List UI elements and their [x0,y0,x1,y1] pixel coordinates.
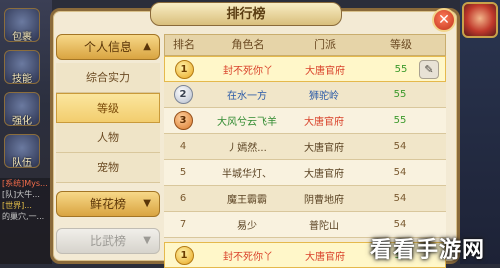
bag-label: 包裹 [12,32,32,43]
menu-item-level[interactable]: 等级 [56,93,160,123]
table-row[interactable]: 3 大风兮云飞羊 大唐官府 55 [164,108,446,134]
sect-cell: 大唐官府 [305,251,345,263]
table-row[interactable]: 6 魔王霸霸 阴曹地府 54 [164,186,446,212]
category-flower-label: 鲜花榜 [89,197,126,211]
chat-line: [世界]... [2,201,32,210]
team-label: 队伍 [12,158,32,169]
watermark-logo: 看看手游网 [370,238,486,263]
menu-item-character[interactable]: 人物 [56,123,160,153]
level-cell: 54 [393,219,407,230]
category-menu: 个人信息 ▲ 综合实力 等级 人物 宠物 鲜花榜 ▼ 比武榜 ▼ [56,34,160,257]
level-cell: 55 [393,89,407,100]
sect-cell: 大唐官府 [304,143,344,154]
chat-box[interactable]: [系统]Mys... [队]大牛... [世界]... 的巢穴,一... [0,178,52,264]
game-background-right [460,0,500,264]
level-cell: 54 [393,167,407,178]
name-cell: 封不死你丫 [223,251,273,263]
chevron-up-icon: ▲ [143,41,151,52]
header-sect: 门派 [314,38,336,51]
skill-button[interactable]: 技能 [4,50,40,85]
category-personal-label: 个人信息 [83,40,132,54]
chat-line: [系统]Mys... [2,179,48,188]
table-row[interactable]: 5 半城华灯、 大唐官府 54 [164,160,446,186]
sect-cell: 大唐官府 [304,117,344,128]
rank-cell: 3 [164,111,202,130]
team-button[interactable]: 队伍 [4,134,40,169]
rank-cell: 1 [165,59,203,79]
header-level: 等级 [390,38,412,51]
enhance-button[interactable]: 强化 [4,92,40,127]
header-rank: 排名 [173,38,195,51]
category-fight-label: 比武榜 [89,234,126,248]
gold-medal-icon: 1 [174,245,194,265]
skill-label: 技能 [12,74,32,85]
level-cell: 55 [393,115,407,126]
menu-spacer [56,183,160,191]
name-cell: 丿嫣然... [227,143,267,154]
menu-spacer [56,220,160,228]
rank-cell: 6 [179,193,187,204]
table-row[interactable]: 1 封不死你丫 大唐官府 55 ✎ [164,56,446,82]
category-personal[interactable]: 个人信息 ▲ [56,34,160,60]
silver-medal-icon: 2 [173,85,193,104]
gold-medal-icon: 1 [174,59,194,79]
level-cell: 54 [393,141,407,152]
level-cell: 54 [393,193,407,204]
chat-line: [队]大牛... [2,190,40,199]
rank-cell: 7 [179,219,187,230]
name-cell: 大风兮云飞羊 [217,117,277,128]
close-button[interactable]: ✕ [432,8,456,32]
chat-line: 的巢穴,一... [2,212,45,221]
panel-title: 排行榜 [226,7,266,22]
table-header: 排名 角色名 门派 等级 [164,34,446,56]
player-avatar[interactable] [462,2,498,38]
bag-button[interactable]: 包裹 [4,8,40,43]
rank-cell: 4 [179,141,187,152]
enhance-label: 强化 [12,116,32,127]
name-cell: 半城华灯、 [222,169,272,180]
sect-cell: 大唐官府 [305,65,345,77]
category-fight[interactable]: 比武榜 ▼ [56,228,160,254]
name-cell: 封不死你丫 [223,65,273,77]
table-row[interactable]: 4 丿嫣然... 大唐官府 54 [164,134,446,160]
rank-cell: 1 [165,245,203,265]
edit-icon[interactable]: ✎ [419,60,439,79]
category-flower[interactable]: 鲜花榜 ▼ [56,191,160,217]
sect-cell: 狮驼岭 [309,91,339,102]
chevron-down-icon: ▼ [143,235,151,246]
rank-cell: 5 [179,167,187,178]
sect-cell: 大唐官府 [304,169,344,180]
panel-title-bar: 排行榜 [150,2,342,26]
chevron-down-icon: ▼ [143,198,151,209]
menu-item-pet[interactable]: 宠物 [56,153,160,183]
sect-cell: 阴曹地府 [304,195,344,206]
bronze-medal-icon: 3 [173,111,193,130]
name-cell: 魔王霸霸 [227,195,267,206]
menu-item-overall[interactable]: 综合实力 [56,63,160,93]
table-row[interactable]: 2 在水一方 狮驼岭 55 [164,82,446,108]
sect-cell: 普陀山 [309,221,339,232]
name-cell: 易少 [237,221,257,232]
name-cell: 在水一方 [227,91,267,102]
header-name: 角色名 [231,38,265,51]
rank-cell: 2 [164,85,202,104]
